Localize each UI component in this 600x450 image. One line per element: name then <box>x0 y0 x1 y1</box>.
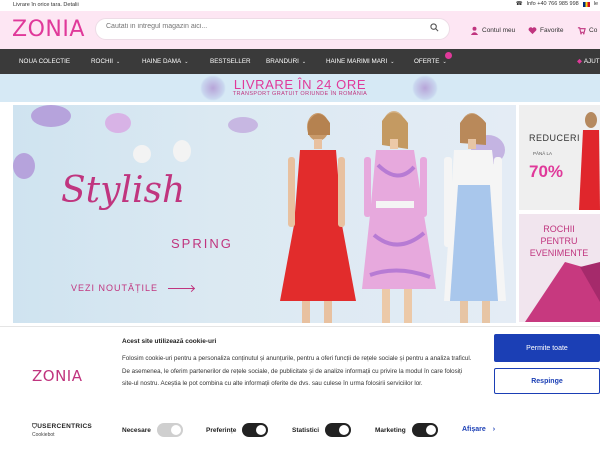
arrow-right-icon <box>168 287 195 289</box>
sale-tile-subtitle: PÂNĂ LA <box>533 151 553 156</box>
promo-title: LIVRARE ÎN 24 ORE <box>233 77 367 92</box>
flower-decoration <box>173 140 191 162</box>
hero-title: Stylish <box>61 170 186 211</box>
hero-cta-label: VEZI NOUTĂȚILE <box>71 283 159 293</box>
marketing-switch[interactable] <box>411 423 438 437</box>
chevron-down-icon: ⌄ <box>390 59 395 65</box>
main-navigation: NOUA COLECTIE ROCHII ⌄ HAINE DAMA ⌄ BESTSE… <box>0 49 600 74</box>
delivery-promo-banner[interactable]: LIVRARE ÎN 24 ORE TRANSPORT GRATUIT ORIU… <box>0 74 600 102</box>
language-label[interactable]: le <box>594 1 598 7</box>
nav-label: ROCHII <box>91 58 114 65</box>
romania-flag-icon[interactable] <box>582 1 590 7</box>
flower-decoration <box>228 117 258 133</box>
details-label: Afișare <box>462 426 486 433</box>
nav-label: NOUA COLECTIE <box>19 58 71 65</box>
switch-knob <box>170 425 181 435</box>
cookie-description: Folosim cookie-uri pentru a personaliza … <box>122 355 472 387</box>
sale-tile-percent: 70% <box>529 162 564 181</box>
phone-icon: ☎ <box>515 1 523 7</box>
nav-label: BESTSELLER <box>210 58 251 65</box>
event-dress-image <box>525 262 600 322</box>
cookie-title: Acest site utilizează cookie-uri <box>122 338 217 345</box>
nav-item-oferte[interactable]: OFERTE ⌄ <box>414 58 447 65</box>
hero-cta-link[interactable]: VEZI NOUTĂȚILE <box>71 283 195 293</box>
phone-number[interactable]: Info +40 766 985 998 <box>527 1 579 7</box>
site-logo[interactable]: ZONIA <box>12 17 85 42</box>
sale-tile-title: REDUCERI <box>529 133 581 143</box>
statistici-switch[interactable] <box>325 423 352 437</box>
search-bar <box>95 18 450 40</box>
search-input[interactable] <box>106 23 426 30</box>
account-label: Contul meu <box>482 27 516 34</box>
toggle-necesare: Necesare <box>122 423 183 437</box>
chevron-down-icon: ⌄ <box>442 59 447 65</box>
switch-knob <box>339 425 350 435</box>
allow-all-button[interactable]: Permite toate <box>494 334 600 362</box>
hero-banner[interactable]: Stylish SPRING VEZI NOUTĂȚILE <box>13 105 516 323</box>
cookiebot-label: Cookiebot <box>32 432 55 438</box>
delivery-info-link[interactable]: Livrare în orice tara. Detalii <box>13 2 79 8</box>
nav-label: AJUT <box>583 58 600 65</box>
cart-icon <box>577 27 586 35</box>
hero-subtitle: SPRING <box>171 236 233 251</box>
nav-item-ajutor[interactable]: ◆ AJUT <box>577 58 600 65</box>
flower-decoration <box>105 113 131 133</box>
favorites-label: Favorite <box>540 27 564 34</box>
top-right-info: ☎ Info +40 766 985 998 le <box>516 1 598 7</box>
heart-icon <box>528 27 537 35</box>
nav-label: OFERTE <box>414 58 440 65</box>
event-dresses-tile[interactable]: ROCHII PENTRU EVENIMENTE <box>519 214 600 322</box>
toggle-label: Marketing <box>375 426 406 434</box>
toggle-statistici: Statistici <box>292 423 352 437</box>
event-dresses-title: ROCHII PENTRU EVENIMENTE <box>529 224 589 258</box>
chevron-down-icon: ⌄ <box>116 59 121 65</box>
usercentrics-logo: ⛉USERCENTRICS <box>32 423 92 431</box>
cookie-banner-logo: ZONIA <box>32 367 83 385</box>
favorites-link[interactable]: Favorite <box>528 26 563 35</box>
toggle-label: Statistici <box>292 426 320 434</box>
account-link[interactable]: Contul meu <box>470 26 515 35</box>
nav-item-haine-dama[interactable]: HAINE DAMA ⌄ <box>142 58 188 65</box>
preferinte-switch[interactable] <box>242 423 269 437</box>
toggle-label: Necesare <box>122 426 151 434</box>
promo-subtitle: TRANSPORT GRATUIT ORIUNDE ÎN ROMÂNIA <box>232 91 368 97</box>
toggle-marketing: Marketing <box>375 423 438 437</box>
cart-label: Co <box>589 27 598 34</box>
necesare-switch <box>156 423 183 437</box>
site-header: ZONIA Contul meu Favorite Co <box>0 11 600 49</box>
switch-knob <box>256 425 267 435</box>
chevron-down-icon: ⌄ <box>184 59 189 65</box>
nav-label: HAINE MARIMI MARI <box>326 58 388 65</box>
switch-knob <box>425 425 436 435</box>
nav-label: BRANDURI <box>266 58 299 65</box>
flower-decoration <box>13 153 35 179</box>
oferte-badge <box>445 52 452 59</box>
usercentrics-label: USERCENTRICS <box>37 423 93 430</box>
fashion-models-image <box>280 111 506 323</box>
chevron-right-icon: › <box>492 426 496 433</box>
user-icon <box>470 26 479 35</box>
nav-item-bestseller[interactable]: BESTSELLER <box>210 58 251 65</box>
cart-link[interactable]: Co <box>577 26 597 35</box>
nav-label: HAINE DAMA <box>142 58 182 65</box>
chevron-down-icon: ⌄ <box>301 59 307 65</box>
nav-item-rochii[interactable]: ROCHII ⌄ <box>91 58 120 65</box>
toggle-label: Preferințe <box>206 426 237 434</box>
flower-decoration <box>133 145 151 163</box>
reject-button[interactable]: Respinge <box>494 368 600 394</box>
flower-decoration <box>31 105 71 127</box>
nav-item-haine-marimi-mari[interactable]: HAINE MARIMI MARI ⌄ <box>326 58 394 65</box>
sale-tile[interactable]: REDUCERI PÂNĂ LA 70% <box>519 105 600 210</box>
search-icon[interactable] <box>430 23 439 32</box>
nav-item-noua-colectie[interactable]: NOUA COLECTIE <box>19 58 70 65</box>
sale-model-image <box>579 112 600 210</box>
nav-item-branduri[interactable]: BRANDURI ⌄ <box>266 58 306 65</box>
info-icon: ◆ <box>577 58 582 65</box>
toggle-preferinte: Preferințe <box>206 423 269 437</box>
top-info-strip: Livrare în orice tara. Detalii ☎ Info +4… <box>0 0 600 11</box>
show-details-link[interactable]: Afișare › <box>462 426 495 433</box>
